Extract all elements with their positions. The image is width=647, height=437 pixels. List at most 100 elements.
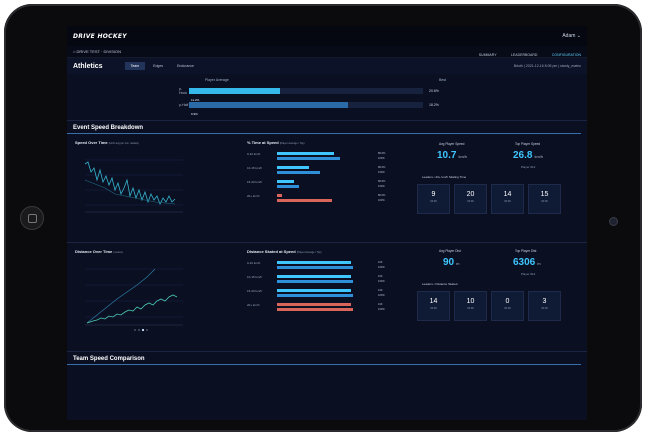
- nav-tab-summary[interactable]: SUMMARY: [479, 53, 497, 57]
- dist-at-speed-title: Distance Skated at Speed (Player Average…: [247, 249, 322, 254]
- speed-over-time-chart: [84, 159, 183, 213]
- speed-band-label: 0-10 km/h: [247, 261, 261, 265]
- speed-band-label: 20+ km/h: [247, 194, 260, 198]
- speed-chart-title: Speed Over Time (km/h avg per min, ranke…: [75, 140, 139, 145]
- speed-leaders-label: Leaders • 20+ km/h Skating Time: [422, 175, 467, 179]
- section-title-team: Team Speed Comparison: [67, 352, 581, 365]
- user-menu[interactable]: Adam ⌄: [562, 33, 581, 39]
- avg-header-left: Player Average: [205, 78, 229, 82]
- pct-time-title: % Time at Speed (Player Average / Top): [247, 140, 305, 145]
- top-dist-value: 6306 m: [513, 257, 541, 268]
- app-screen: DRIVE HOCKEY Adam ⌄ ⌂ DRIVE TEST · DIVIS…: [67, 26, 587, 420]
- avg-row-label: p-Half: [179, 103, 189, 107]
- speed-band-bar: [277, 303, 352, 306]
- speed-band-label: 15-20 km/h: [247, 180, 263, 184]
- speed-band-value: 100%: [378, 184, 385, 188]
- avg-bar: 11.2%: [189, 88, 281, 102]
- speed-band-bar: [277, 280, 353, 283]
- speed-band-bar: [277, 171, 320, 174]
- nav-tabs: SUMMARY LEADERBOARD CONFIGURATION: [469, 43, 581, 61]
- speed-band-bar: [277, 185, 299, 188]
- top-dist-player: Player #12: [521, 272, 536, 276]
- avg-speed-value: 10.7 km/h: [437, 150, 468, 161]
- leader-tile[interactable]: 9 00:00: [417, 184, 450, 214]
- speed-band-bar: [277, 294, 353, 297]
- nav-tab-leaderboard[interactable]: LEADERBOARD: [511, 53, 537, 57]
- nav-tab-configuration[interactable]: CONFIGURATION: [552, 53, 581, 57]
- speed-band-value: 100%: [378, 279, 385, 283]
- speed-band-bar: [277, 261, 352, 264]
- speed-panel: Speed Over Time (km/h avg per min, ranke…: [67, 134, 587, 243]
- speed-band-label: 10-15 km/h: [247, 166, 263, 170]
- pager-dot[interactable]: [146, 329, 148, 331]
- speed-band-bar: [277, 152, 334, 155]
- session-meta: Bdoth | 2021-12-16 8:05 pm | stanly_mate…: [513, 64, 581, 68]
- speed-band-value: 100%: [378, 198, 385, 202]
- top-speed-label: Top Player Speed: [515, 142, 541, 146]
- avg-row: p-Half 9.9% 18.2%: [179, 102, 449, 116]
- top-speed-value: 26.8 km/h: [513, 150, 544, 161]
- speed-band-value: 100: [378, 288, 383, 292]
- avg-row: p-Hock 11.2% 20.6%: [179, 87, 449, 102]
- leader-tile[interactable]: 14 00:00: [417, 291, 450, 321]
- speed-band-value: 80.0%: [378, 193, 386, 197]
- speed-band-value: 100%: [378, 307, 385, 311]
- camera-icon: [609, 217, 618, 226]
- avg-dist-label: Avg Player Dist: [439, 249, 461, 253]
- speed-band-bar: [277, 266, 353, 269]
- avg-track: 11.2%: [189, 88, 423, 102]
- speed-band-value: 80.0%: [378, 165, 386, 169]
- home-button[interactable]: [20, 206, 44, 230]
- tab-edges[interactable]: Edges: [147, 62, 169, 70]
- speed-band-bar: [277, 166, 310, 169]
- leader-tile[interactable]: 15 00:00: [528, 184, 561, 214]
- distance-over-time-chart: [85, 268, 183, 332]
- pager-dot[interactable]: [134, 329, 136, 331]
- tab-team[interactable]: Team: [124, 62, 146, 70]
- speed-band-label: 15-20 km/h: [247, 289, 263, 293]
- speed-band-value: 100%: [378, 170, 385, 174]
- average-section: Player Average Best p-Hock 11.2% 20.6% p…: [67, 74, 587, 121]
- leader-tile[interactable]: 10 00:00: [454, 291, 487, 321]
- leader-tile[interactable]: 0 00:00: [491, 291, 524, 321]
- speed-band-bar: [277, 289, 352, 292]
- leader-tile[interactable]: 3 00:00: [528, 291, 561, 321]
- sub-bar: ⌂ DRIVE TEST · DIVISION SUMMARY LEADERBO…: [67, 46, 587, 58]
- speed-band-value: 100%: [378, 156, 385, 160]
- pager-dot-active[interactable]: [141, 328, 145, 332]
- avg-dist-value: 90 m: [443, 257, 460, 268]
- top-dist-label: Top Player Dist: [515, 249, 537, 253]
- avg-track: 9.9%: [189, 102, 423, 116]
- pager-dot[interactable]: [138, 329, 140, 331]
- speed-band-value: 80.0%: [378, 151, 386, 155]
- distance-chart-title: Distance Over Time (metres): [75, 249, 123, 254]
- speed-band-value: 80.0%: [378, 179, 386, 183]
- speed-band-bar: [277, 275, 352, 278]
- section-title-event: Event Speed Breakdown: [67, 121, 581, 134]
- speed-band-bar: [277, 199, 333, 202]
- app-logo[interactable]: DRIVE HOCKEY: [73, 33, 127, 40]
- avg-speed-label: Avg Player Speed: [439, 142, 465, 146]
- distance-line-avg: [86, 294, 178, 324]
- speed-band-bar: [277, 180, 295, 183]
- speed-band-label: 20+ km/h: [247, 303, 260, 307]
- speed-band-label: 10-15 km/h: [247, 275, 263, 279]
- leader-tile[interactable]: 14 00:00: [491, 184, 524, 214]
- top-speed-player: Player #12: [521, 165, 536, 169]
- tab-endurance[interactable]: Endurance: [171, 62, 200, 70]
- speed-band-value: 100%: [378, 265, 385, 269]
- speed-band-bar: [277, 194, 282, 197]
- speed-band-bar: [277, 157, 340, 160]
- avg-bar: 9.9%: [189, 102, 349, 116]
- avg-header-right: Best: [439, 78, 447, 82]
- avg-row-value: 18.2%: [429, 103, 439, 107]
- breadcrumb[interactable]: ⌂ DRIVE TEST · DIVISION: [73, 49, 121, 54]
- distance-panel: Distance Over Time (metres) Distance Ska…: [67, 243, 587, 352]
- speed-band-label: 0-10 km/h: [247, 152, 261, 156]
- speed-band-bar: [277, 308, 353, 311]
- speed-band-value: 100%: [378, 293, 385, 297]
- page-title: Athletics: [73, 62, 103, 70]
- leader-tile[interactable]: 20 00:00: [454, 184, 487, 214]
- tablet-frame: DRIVE HOCKEY Adam ⌄ ⌂ DRIVE TEST · DIVIS…: [4, 4, 642, 432]
- speed-line-top: [84, 161, 176, 205]
